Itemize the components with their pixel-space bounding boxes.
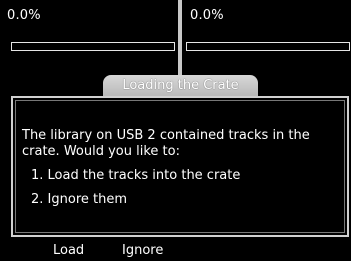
deck-right-panel: 0.0%	[182, 0, 351, 84]
deck-left-panel: 0.0%	[0, 0, 178, 84]
loading-crate-dialog: The library on USB 2 contained tracks in…	[11, 96, 349, 237]
deck-left-progress-bar	[11, 42, 175, 51]
dialog-inner-frame	[15, 100, 345, 233]
option-ignore-tracks: 2. Ignore them	[31, 192, 128, 207]
ignore-button[interactable]: Ignore	[122, 243, 163, 258]
softkey-bar: Load Ignore	[0, 237, 351, 261]
deck-right-progress-bar	[186, 42, 350, 51]
option-load-tracks: 1. Load the tracks into the crate	[31, 168, 241, 183]
deck-right-percent: 0.0%	[190, 8, 224, 23]
deck-left-percent: 0.0%	[7, 8, 41, 23]
load-button[interactable]: Load	[53, 243, 84, 258]
dialog-title-tab: Loading the Crate	[103, 75, 258, 96]
dialog-message: The library on USB 2 contained tracks in…	[22, 128, 310, 159]
